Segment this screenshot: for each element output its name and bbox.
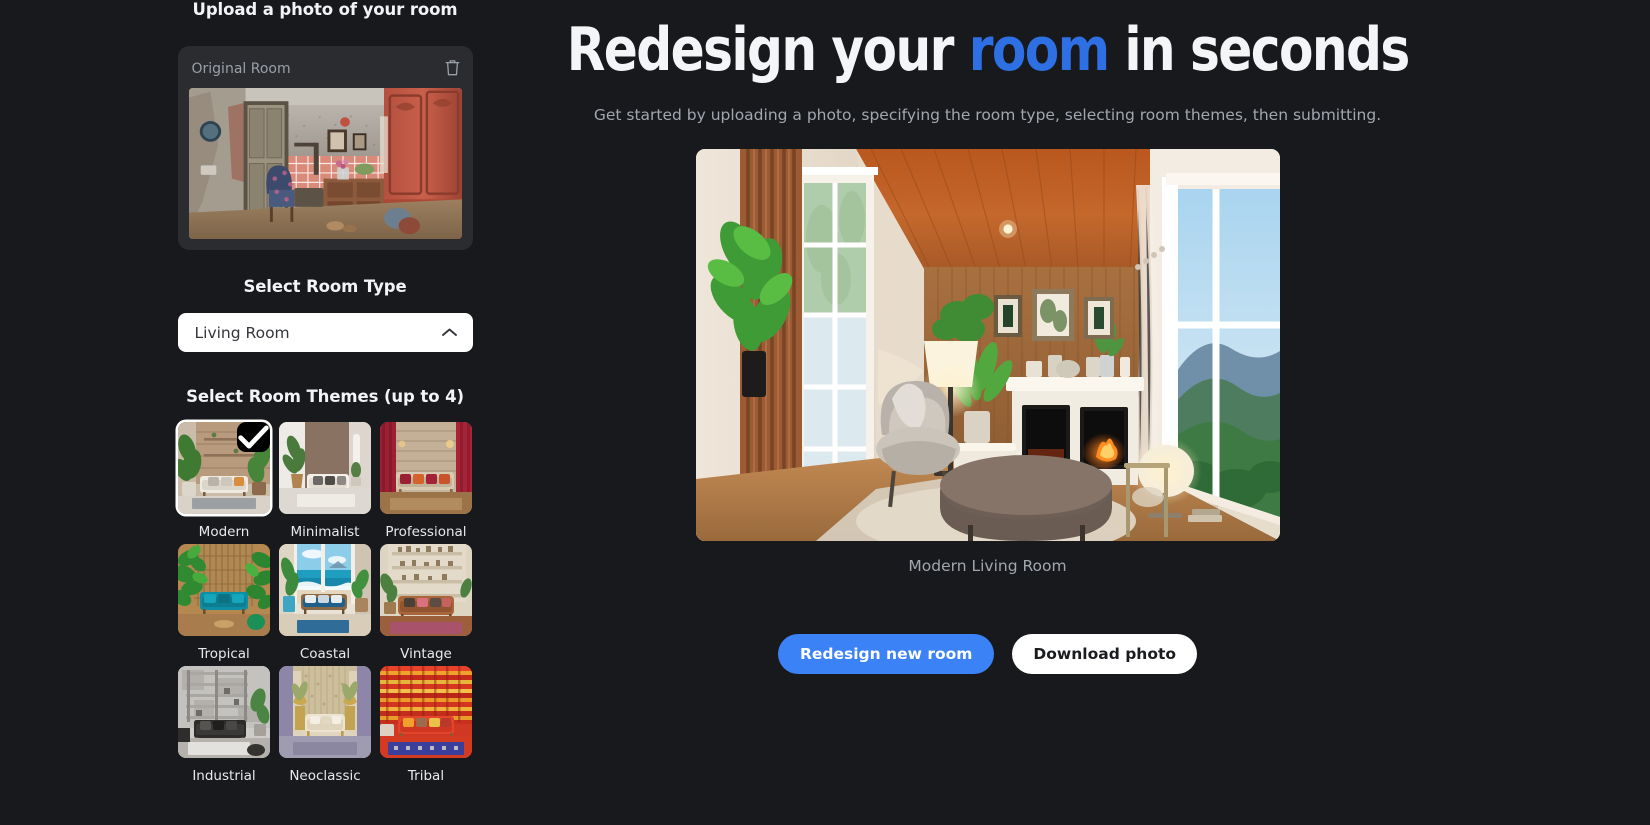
theme-label: Tribal bbox=[407, 768, 445, 784]
theme-thumbnail bbox=[279, 422, 371, 514]
sidebar: Upload a photo of your room Original Roo… bbox=[175, 0, 475, 825]
action-buttons: Redesign new room Download photo bbox=[777, 634, 1198, 674]
upload-section-title: Upload a photo of your room bbox=[192, 0, 458, 19]
theme-label: Minimalist bbox=[290, 524, 360, 540]
headline-part1: Redesign your bbox=[566, 15, 969, 85]
upload-card: Original Room bbox=[177, 46, 473, 250]
theme-label: Neoclassic bbox=[289, 768, 361, 784]
theme-label: Professional bbox=[385, 524, 467, 540]
theme-thumbnail bbox=[178, 544, 270, 636]
trash-icon[interactable] bbox=[444, 58, 461, 81]
theme-thumbnail bbox=[178, 422, 270, 514]
redesign-new-room-button[interactable]: Redesign new room bbox=[777, 634, 995, 674]
themes-title: Select Room Themes (up to 4) bbox=[186, 387, 464, 406]
theme-option-tropical[interactable]: Tropical bbox=[178, 544, 270, 662]
theme-thumbnail bbox=[279, 544, 371, 636]
theme-thumbnail bbox=[380, 422, 472, 514]
theme-option-neoclassic[interactable]: Neoclassic bbox=[279, 666, 371, 784]
room-type-select[interactable]: Living Room bbox=[177, 313, 473, 352]
check-icon bbox=[237, 422, 270, 452]
theme-label: Tropical bbox=[198, 646, 250, 662]
main-content: Redesign your room in seconds Get starte… bbox=[475, 0, 1500, 825]
theme-grid: Modern Minimalist Professional Tropical … bbox=[178, 422, 473, 784]
room-type-value: Living Room bbox=[194, 323, 290, 342]
theme-option-modern[interactable]: Modern bbox=[178, 422, 270, 540]
theme-option-industrial[interactable]: Industrial bbox=[178, 666, 270, 784]
theme-thumbnail bbox=[380, 544, 472, 636]
download-photo-button[interactable]: Download photo bbox=[1012, 634, 1198, 674]
theme-label: Industrial bbox=[192, 768, 256, 784]
theme-option-vintage[interactable]: Vintage bbox=[380, 544, 472, 662]
app-root: Upload a photo of your room Original Roo… bbox=[0, 0, 1650, 825]
headline-accent: room bbox=[968, 15, 1110, 85]
theme-option-tribal[interactable]: Tribal bbox=[380, 666, 472, 784]
theme-label: Modern bbox=[198, 524, 250, 540]
theme-label: Vintage bbox=[400, 646, 452, 662]
upload-card-header: Original Room bbox=[189, 56, 462, 82]
page-subtitle: Get started by uploading a photo, specif… bbox=[593, 106, 1382, 124]
theme-option-professional[interactable]: Professional bbox=[380, 422, 472, 540]
theme-option-coastal[interactable]: Coastal bbox=[279, 544, 371, 662]
theme-label: Coastal bbox=[299, 646, 351, 662]
headline-part2: in seconds bbox=[1108, 15, 1410, 85]
original-room-photo bbox=[188, 88, 462, 239]
result-caption: Modern Living Room bbox=[908, 557, 1067, 575]
theme-option-minimalist[interactable]: Minimalist bbox=[279, 422, 371, 540]
theme-thumbnail bbox=[178, 666, 270, 758]
page-title: Redesign your room in seconds bbox=[566, 15, 1411, 85]
chevron-up-icon[interactable] bbox=[441, 323, 458, 342]
theme-thumbnail bbox=[380, 666, 472, 758]
original-room-label: Original Room bbox=[191, 61, 291, 77]
generated-room-image bbox=[695, 149, 1280, 541]
theme-thumbnail bbox=[279, 666, 371, 758]
room-type-title: Select Room Type bbox=[243, 277, 407, 296]
